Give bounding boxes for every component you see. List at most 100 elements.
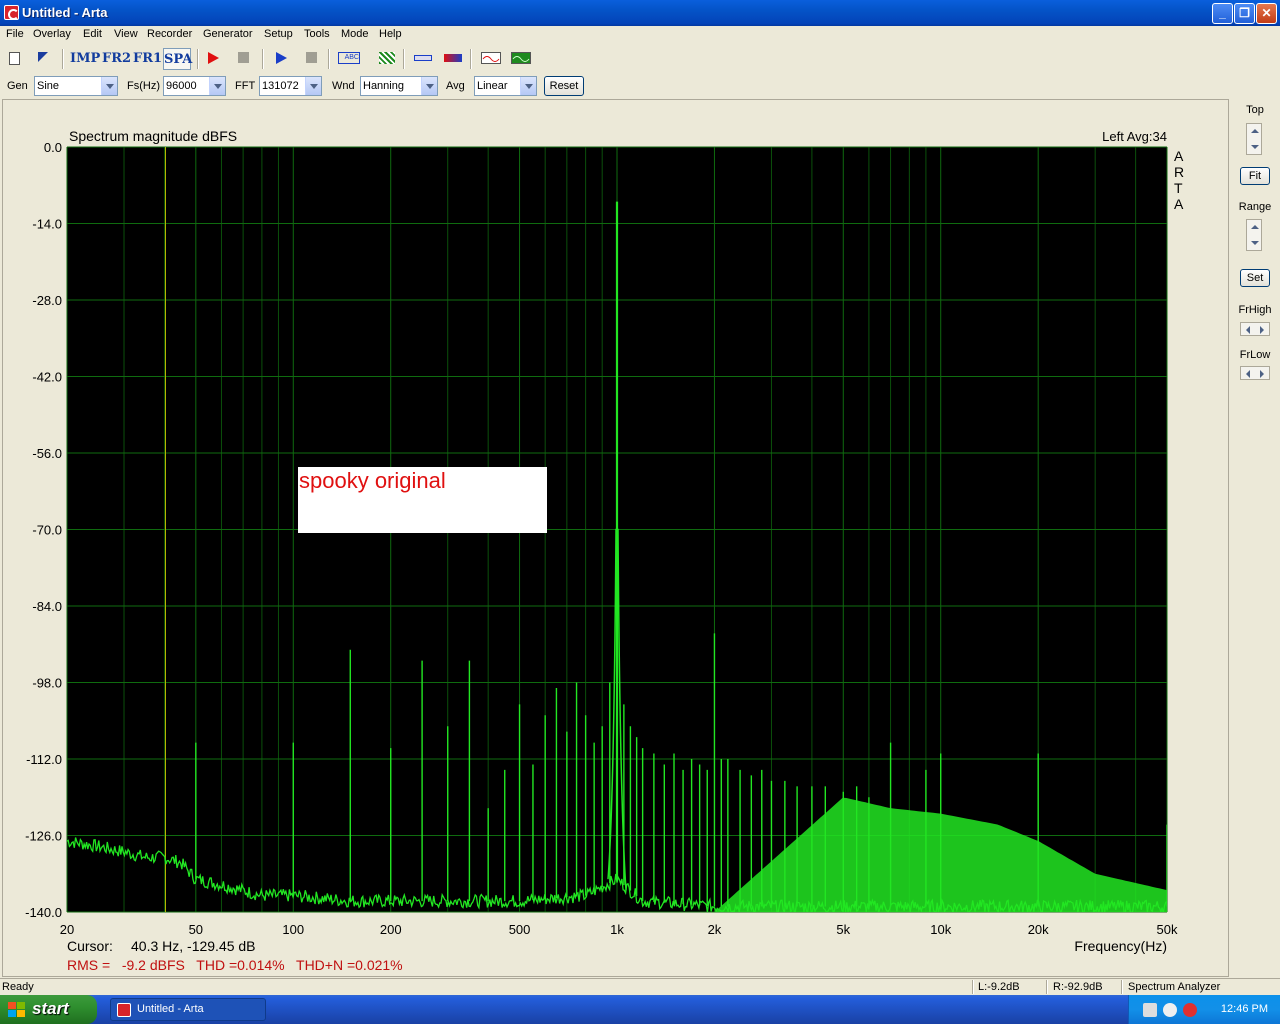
fr1-button[interactable]: FR1 (133, 48, 162, 70)
set-button[interactable]: Set (1240, 269, 1270, 287)
spa-label: SPA (164, 52, 193, 67)
menu-generator[interactable]: Generator (203, 28, 253, 40)
spa-button[interactable]: SPA (163, 48, 193, 70)
arta-app-icon[interactable] (4, 5, 19, 20)
pattern-icon[interactable] (379, 52, 395, 64)
stop-icon[interactable] (238, 52, 249, 63)
top-spinner[interactable] (1246, 123, 1262, 155)
window-title: Untitled - Arta (22, 5, 108, 20)
status-bar: Ready L:-9.2dB R:-92.9dB Spectrum Analyz… (0, 978, 1280, 995)
colorbar-icon[interactable] (444, 54, 462, 62)
open-icon[interactable] (38, 52, 48, 62)
side-label-letter: A (1174, 196, 1184, 212)
imp-button[interactable]: IMP (70, 48, 100, 70)
menu-recorder[interactable]: Recorder (147, 28, 192, 40)
x-tick-label: 20k (1028, 922, 1049, 937)
imp-label: IMP (70, 51, 101, 66)
y-tick-label: -98.0 (32, 676, 62, 691)
play-blue-icon[interactable] (276, 52, 287, 64)
taskbar-app-button[interactable]: Untitled - Arta (110, 998, 266, 1021)
record-red-icon[interactable] (208, 52, 219, 64)
settings-bar: Gen Sine Fs(Hz) 96000 FFT 131072 Wnd Han… (0, 74, 1280, 98)
x-axis-label: Frequency(Hz) (1074, 938, 1167, 954)
range-label: Range (1238, 201, 1272, 213)
fft-label: FFT (235, 80, 256, 92)
x-tick-label: 50k (1157, 922, 1178, 937)
status-left-level: L:-9.2dB (978, 981, 1020, 993)
slider-icon[interactable] (414, 55, 432, 61)
fs-label: Fs(Hz) (127, 80, 160, 92)
gen-select[interactable]: Sine (34, 76, 118, 96)
fs-value: 96000 (166, 80, 197, 92)
menu-mode[interactable]: Mode (341, 28, 369, 40)
y-tick-label: -126.0 (25, 829, 62, 844)
speaker-icon[interactable] (1163, 1003, 1177, 1017)
y-tick-label: -56.0 (32, 446, 62, 461)
menu-setup[interactable]: Setup (264, 28, 293, 40)
scope-red-icon[interactable] (481, 52, 501, 64)
channel-info: Left Avg:34 (1102, 129, 1167, 144)
fft-value: 131072 (262, 80, 299, 92)
stop2-icon[interactable] (306, 52, 317, 63)
chevron-down-icon (101, 77, 117, 95)
menu-file[interactable]: File (6, 28, 24, 40)
status-right-level: R:-92.9dB (1053, 981, 1103, 993)
top-label: Top (1246, 104, 1264, 116)
rms-thd-readout: RMS = -9.2 dBFS THD =0.014% THD+N =0.021… (67, 957, 403, 973)
shield-icon[interactable] (1183, 1003, 1197, 1017)
taskbar-app-label: Untitled - Arta (137, 1003, 204, 1015)
close-button[interactable]: ✕ (1256, 3, 1277, 24)
y-tick-label: -70.0 (32, 523, 62, 538)
wnd-label: Wnd (332, 80, 355, 92)
abc-icon[interactable]: ABC (338, 52, 360, 64)
fs-select[interactable]: 96000 (163, 76, 226, 96)
chevron-down-icon (305, 77, 321, 95)
menu-view[interactable]: View (114, 28, 138, 40)
avg-select[interactable]: Linear (474, 76, 537, 96)
x-tick-label: 5k (836, 922, 850, 937)
frhigh-spinner[interactable] (1240, 322, 1270, 336)
fft-select[interactable]: 131072 (259, 76, 322, 96)
frlow-label: FrLow (1239, 349, 1271, 361)
x-tick-label: 100 (282, 922, 304, 937)
wnd-select[interactable]: Hanning (360, 76, 438, 96)
minimize-button[interactable]: _ (1212, 3, 1233, 24)
range-spinner[interactable] (1246, 219, 1262, 251)
menu-overlay[interactable]: Overlay (33, 28, 71, 40)
frlow-spinner[interactable] (1240, 366, 1270, 380)
avg-value: Linear (477, 80, 508, 92)
wnd-value: Hanning (363, 80, 404, 92)
side-label-letter: R (1174, 164, 1184, 180)
frhigh-label: FrHigh (1238, 304, 1272, 316)
side-label-letter: T (1174, 180, 1183, 196)
fr2-label: FR2 (102, 51, 132, 66)
menu-help[interactable]: Help (379, 28, 402, 40)
side-label-letter: A (1174, 148, 1184, 164)
menu-tools[interactable]: Tools (304, 28, 330, 40)
spectrum-chart[interactable]: 0.0 -14.0 -28.0 -42.0 -56.0 -70.0 -84.0 -98.0 -1… (3, 100, 1228, 976)
reset-button[interactable]: Reset (544, 76, 584, 96)
y-tick-label: -14.0 (32, 217, 62, 232)
fr2-button[interactable]: FR2 (102, 48, 131, 70)
chevron-down-icon (421, 77, 437, 95)
avg-label: Avg (446, 80, 465, 92)
new-file-icon[interactable] (9, 52, 20, 65)
restore-button[interactable]: ❐ (1234, 3, 1255, 24)
chart-title: Spectrum magnitude dBFS (69, 128, 237, 144)
status-mode: Spectrum Analyzer (1128, 981, 1221, 993)
scope-green-icon[interactable] (511, 52, 531, 64)
menu-edit[interactable]: Edit (83, 28, 102, 40)
y-tick-label: -28.0 (32, 293, 62, 308)
taskbar: start Untitled - Arta 12:46 PM (0, 995, 1280, 1024)
y-tick-label: 0.0 (44, 140, 62, 155)
start-button[interactable]: start (0, 995, 97, 1024)
network-icon[interactable] (1143, 1003, 1157, 1017)
right-control-panel: Top Fit Range Set FrHigh FrLow (1232, 99, 1278, 977)
toolbar: IMP FR2 FR1 SPA ABC (0, 45, 1280, 73)
gen-label: Gen (7, 80, 28, 92)
fit-button[interactable]: Fit (1240, 167, 1270, 185)
x-tick-label: 200 (380, 922, 402, 937)
fr1-label: FR1 (133, 51, 163, 66)
status-ready: Ready (2, 981, 34, 993)
y-tick-label: -84.0 (32, 599, 62, 614)
